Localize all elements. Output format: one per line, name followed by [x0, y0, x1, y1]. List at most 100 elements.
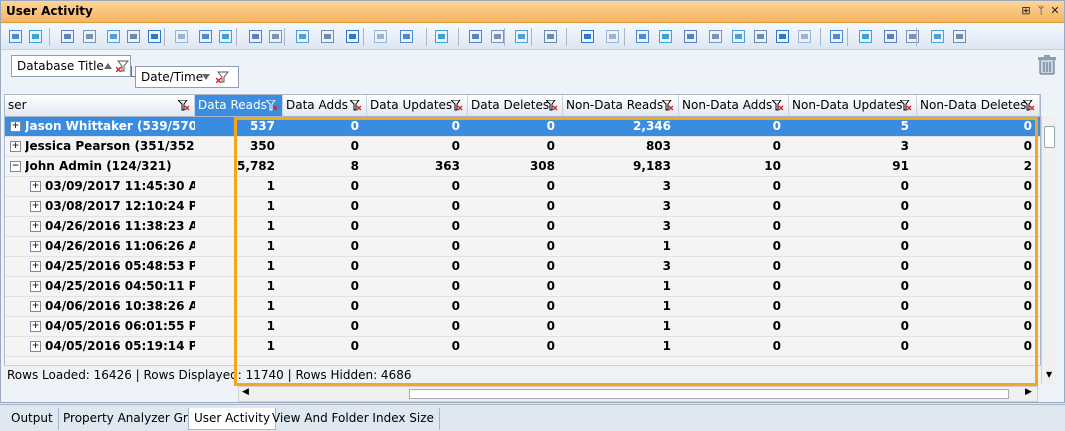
table-row[interactable]: − John Admin (124/321) 5,782 8 363 308 9,183 10… — [5, 157, 1040, 177]
filter-icon[interactable] — [513, 28, 530, 45]
scroll-down-icon[interactable]: ▼ — [1046, 370, 1052, 379]
table-row[interactable]: +03/09/2017 11:45:30 AM (1/1) 1 0 0 0 3 0 0 0 — [5, 177, 1040, 197]
export-icon[interactable] — [344, 28, 361, 45]
expand-icon[interactable]: + — [30, 301, 41, 312]
tab-output[interactable]: Output — [6, 408, 59, 430]
column-header-non-data-reads[interactable]: Non-Data Reads — [563, 95, 679, 117]
column-header-data-updates[interactable]: Data Updates — [367, 95, 468, 117]
filter-funnel-icon[interactable] — [546, 100, 558, 111]
expand-icon[interactable]: + — [30, 181, 41, 192]
expand-icon[interactable]: + — [30, 221, 41, 232]
paste-icon[interactable] — [294, 28, 311, 45]
trash-icon[interactable] — [1038, 55, 1056, 75]
chart-icon[interactable] — [752, 28, 769, 45]
table-row[interactable]: + Jessica Pearson (351/352) 350 0 0 0 803 0 3 0 — [5, 137, 1040, 157]
refresh-icon[interactable] — [929, 28, 946, 45]
vertical-scrollbar[interactable]: ▼ — [1041, 116, 1057, 384]
column-header-data-reads[interactable]: Data Reads — [195, 95, 283, 117]
indent-icon[interactable] — [579, 28, 596, 45]
tab-user-activity[interactable]: User Activity — [188, 408, 277, 430]
expand-icon[interactable]: + — [30, 341, 41, 352]
filter-funnel-icon[interactable] — [900, 100, 912, 111]
horizontal-scrollbar[interactable]: ◀ ▶ — [238, 386, 1038, 402]
columns-icon[interactable] — [197, 28, 214, 45]
column-header-ser[interactable]: ser — [5, 95, 195, 117]
expand-icon[interactable]: + — [30, 241, 41, 252]
expand-icon[interactable]: + — [30, 261, 41, 272]
filter-funnel-icon[interactable] — [772, 100, 784, 111]
add-column-icon[interactable] — [542, 28, 559, 45]
table-row[interactable]: + Jason Whittaker (539/570) 537 0 0 0 2,346 0 5 0 — [5, 117, 1040, 137]
group-chip-date-time[interactable]: Date/Time — [135, 66, 239, 88]
filter-clear-icon[interactable] — [116, 60, 129, 72]
table-icon[interactable] — [682, 28, 699, 45]
expand-icon[interactable]: + — [30, 321, 41, 332]
filter-clear-icon[interactable] — [216, 71, 229, 83]
scroll-right-icon[interactable]: ▶ — [1025, 387, 1032, 397]
view-icon[interactable] — [7, 28, 24, 45]
copy-icon[interactable] — [247, 28, 264, 45]
list-icon[interactable] — [828, 28, 845, 45]
pin-icon[interactable]: ᛘ — [1035, 5, 1047, 17]
layout-icon[interactable] — [27, 28, 44, 45]
move-icon[interactable] — [105, 28, 122, 45]
grid-icon[interactable] — [372, 28, 389, 45]
restore-icon[interactable]: ⊞ — [1020, 5, 1032, 17]
filter-funnel-icon[interactable] — [451, 100, 463, 111]
columns-icon[interactable] — [173, 28, 190, 45]
settings-icon[interactable] — [904, 28, 921, 45]
settings-icon[interactable] — [857, 28, 874, 45]
export-icon[interactable] — [319, 28, 336, 45]
table-row[interactable]: +04/26/2016 11:38:23 AM (1/1) 1 0 0 0 3 0 0 0 — [5, 217, 1040, 237]
expand-icon[interactable]: + — [30, 201, 41, 212]
filter-funnel-icon[interactable] — [1023, 100, 1035, 111]
add-icon[interactable] — [59, 28, 76, 45]
vertical-scroll-thumb[interactable] — [1044, 126, 1055, 148]
copy-icon[interactable] — [125, 28, 142, 45]
column-header-data-adds[interactable]: Data Adds — [283, 95, 367, 117]
close-icon[interactable]: ✕ — [1049, 5, 1061, 17]
table-row[interactable]: +04/05/2016 05:19:14 PM (1/1) 1 0 0 0 1 0 0 0 — [5, 337, 1040, 357]
collapse-icon[interactable]: − — [10, 161, 21, 172]
column-header-data-deletes[interactable]: Data Deletes — [468, 95, 563, 117]
horizontal-scroll-thumb[interactable] — [409, 389, 1009, 399]
tab-property-analyzer-grid[interactable]: Property Analyzer Grid — [58, 408, 205, 430]
chart-icon[interactable] — [730, 28, 747, 45]
sort-arrow-icon[interactable] — [104, 63, 112, 69]
note-icon[interactable] — [707, 28, 724, 45]
expand-icon[interactable]: + — [10, 121, 21, 132]
remove-icon[interactable] — [81, 28, 98, 45]
zoom-out-icon[interactable] — [467, 28, 484, 45]
table-row[interactable]: +04/26/2016 11:06:26 AM (1/1) 1 0 0 0 1 0 0 0 — [5, 237, 1040, 257]
filter-funnel-icon[interactable] — [662, 100, 674, 111]
chart-icon[interactable] — [774, 28, 791, 45]
column-header-non-data-adds[interactable]: Non-Data Adds — [679, 95, 789, 117]
outdent-icon[interactable] — [604, 28, 621, 45]
filter-funnel-icon[interactable] — [178, 100, 190, 111]
group-chip-database-title[interactable]: Database Title — [11, 55, 131, 77]
table-row[interactable]: +03/08/2017 12:10:24 PM (1/1) 1 0 0 0 3 0 0 0 — [5, 197, 1040, 217]
column-header-non-data-updates[interactable]: Non-Data Updates — [789, 95, 917, 117]
columns-icon[interactable] — [217, 28, 234, 45]
table-row[interactable]: +04/25/2016 05:48:53 PM (1/1) 1 0 0 0 3 0 0 0 — [5, 257, 1040, 277]
table-row[interactable]: +04/05/2016 06:01:55 PM (1/1) 1 0 0 0 1 0 0 0 — [5, 317, 1040, 337]
tab-view-and-folder-index-size[interactable]: View And Folder Index Size — [267, 408, 440, 430]
expand-icon[interactable]: + — [10, 141, 21, 152]
copy-icon[interactable] — [267, 28, 284, 45]
zoom-in-icon[interactable] — [433, 28, 450, 45]
export-icon[interactable] — [951, 28, 968, 45]
grid-icon[interactable] — [398, 28, 415, 45]
funnel-icon[interactable] — [796, 28, 813, 45]
arrange-icon[interactable] — [146, 28, 163, 45]
import-icon[interactable] — [657, 28, 674, 45]
import-icon[interactable] — [634, 28, 651, 45]
table-row[interactable]: +04/06/2016 10:38:26 AM (1/1) 1 0 0 0 1 0 0 0 — [5, 297, 1040, 317]
expand-icon[interactable]: + — [30, 281, 41, 292]
scroll-left-icon[interactable]: ◀ — [242, 387, 249, 397]
filter-funnel-icon[interactable] — [266, 100, 278, 111]
table-row[interactable]: +04/25/2016 04:50:11 PM (1/1) 1 0 0 0 1 0 0 0 — [5, 277, 1040, 297]
column-header-non-data-deletes[interactable]: Non-Data Deletes — [917, 95, 1040, 117]
sort-arrow-icon[interactable] — [202, 74, 210, 80]
filter-funnel-icon[interactable] — [350, 100, 362, 111]
settings-icon[interactable] — [882, 28, 899, 45]
